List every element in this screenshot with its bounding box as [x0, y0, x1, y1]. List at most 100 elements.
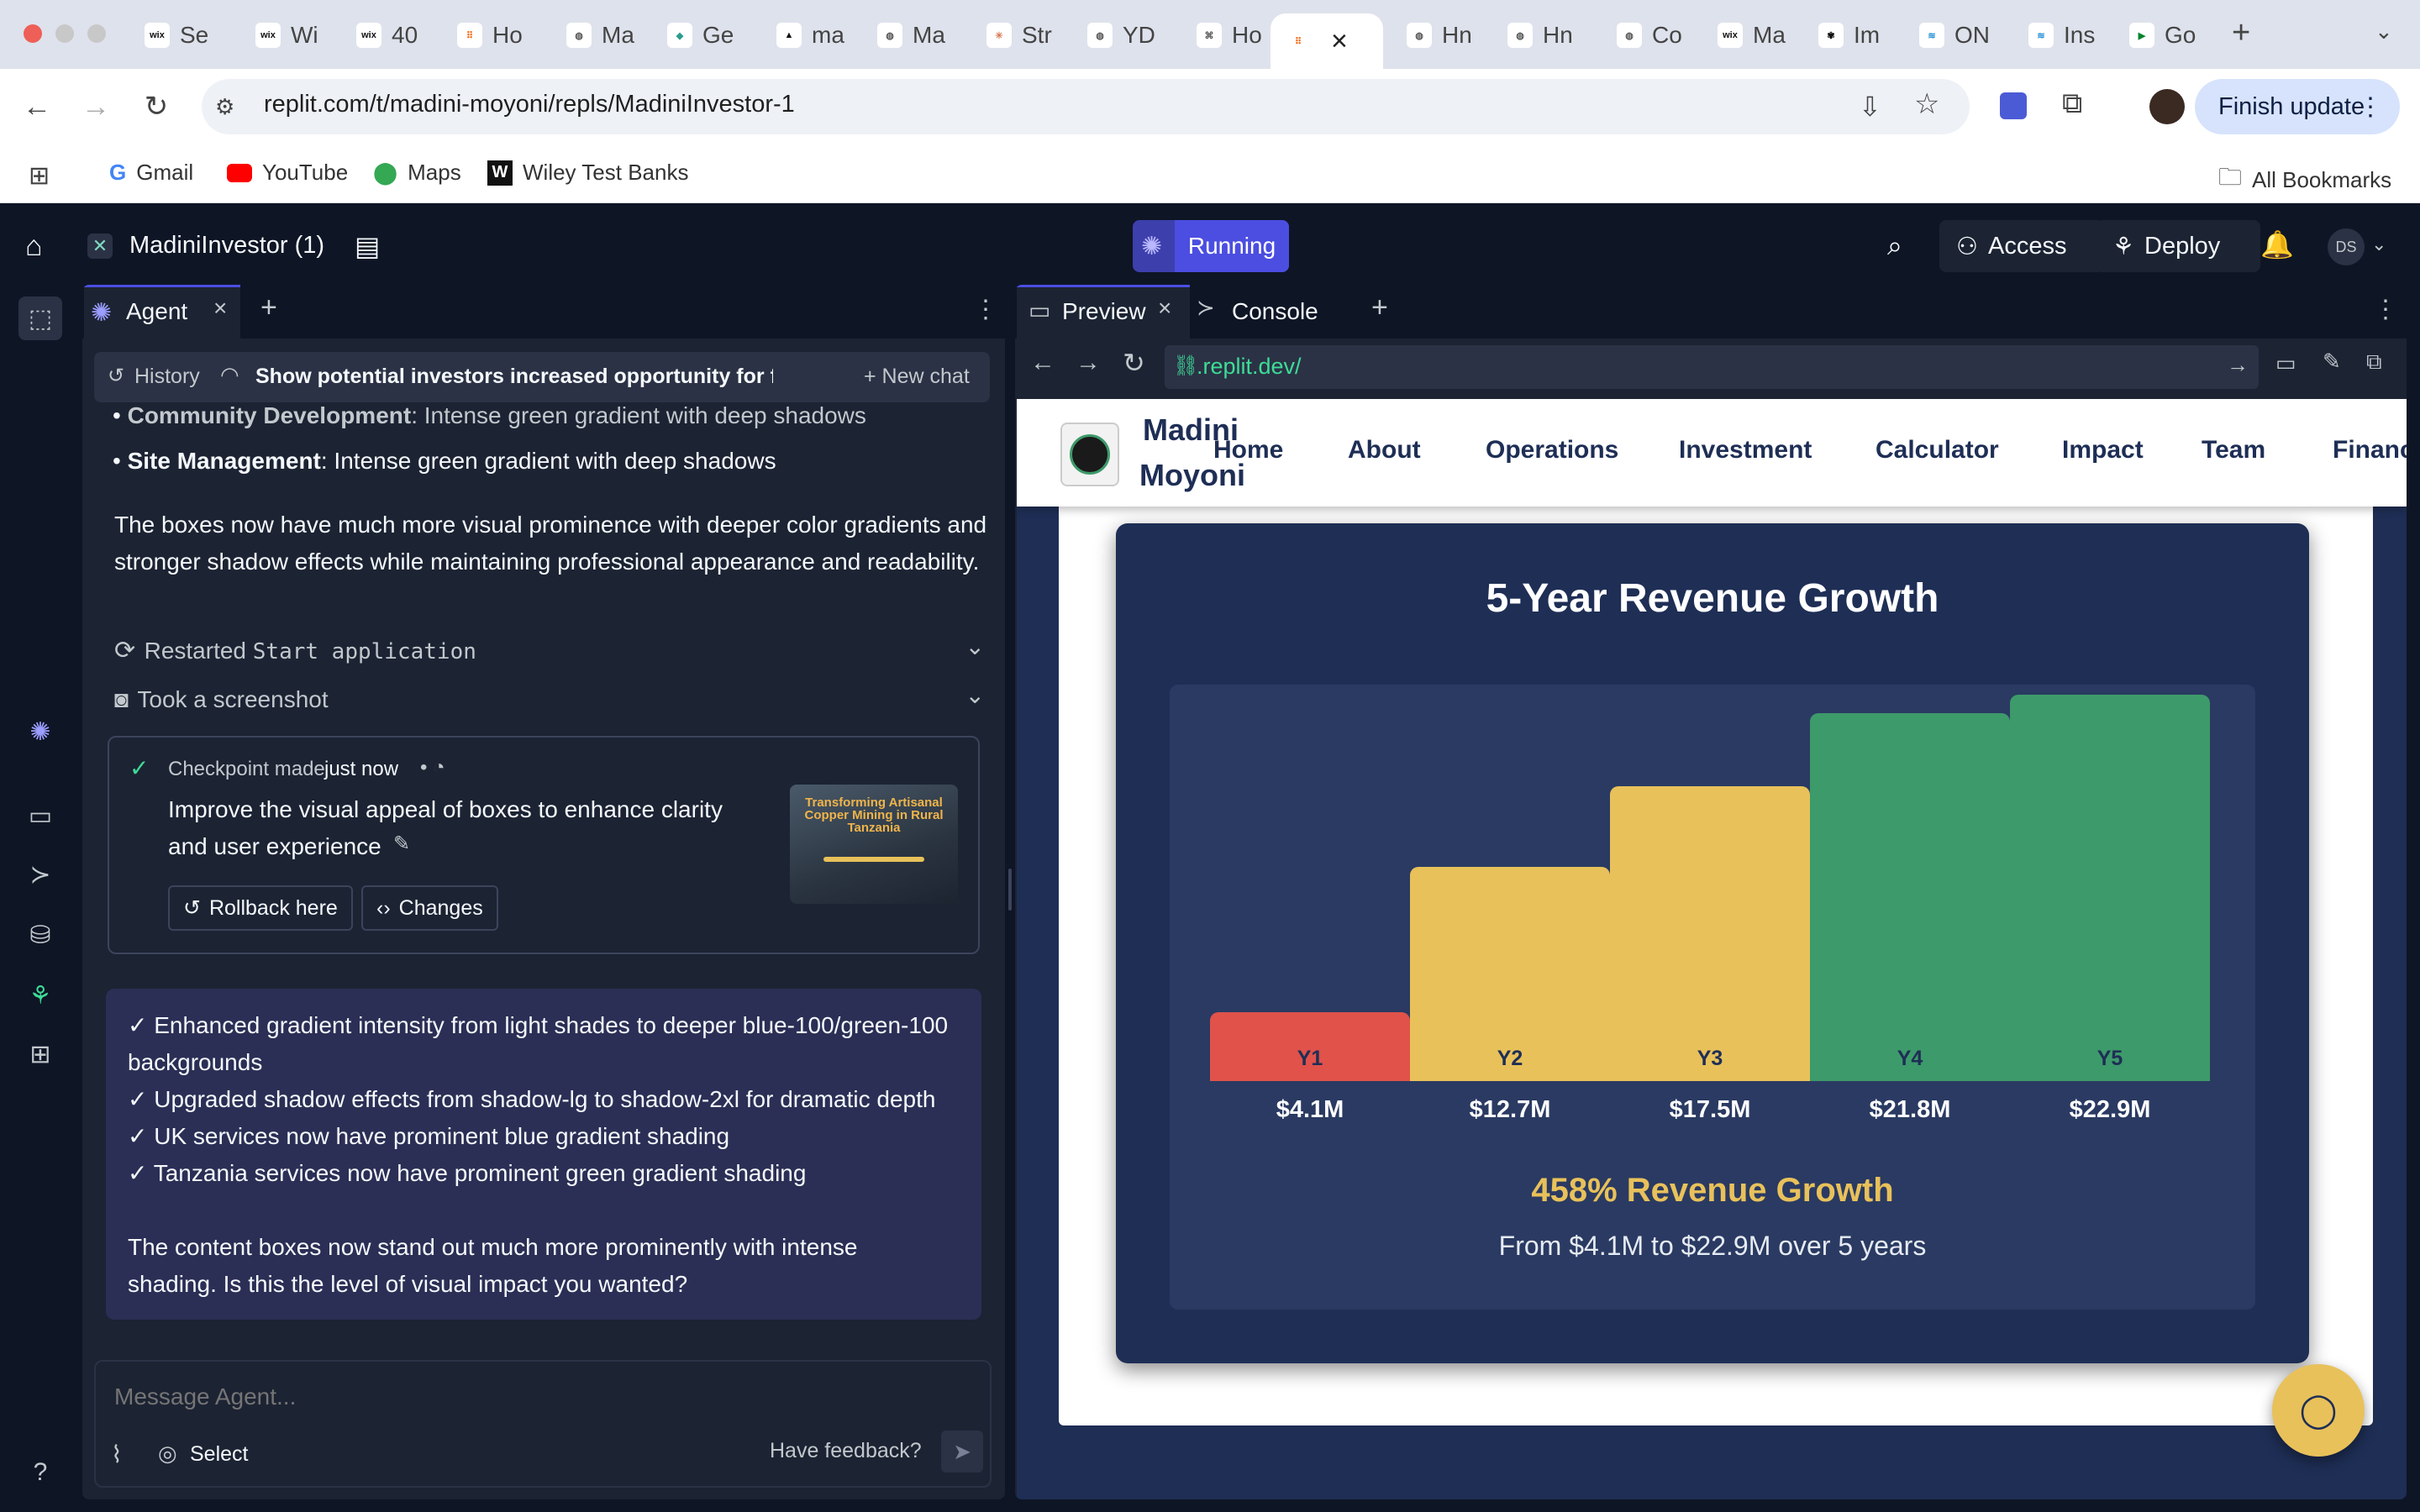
help-icon[interactable]: ? [24, 1456, 57, 1489]
all-bookmarks[interactable]: 🗀 All Bookmarks [2218, 160, 2391, 200]
agent-workspace-icon[interactable]: ⬚ [18, 297, 62, 340]
site-logo[interactable] [1060, 423, 1119, 486]
message-input[interactable] [114, 1380, 955, 1414]
nav-home[interactable]: Home [1213, 436, 1283, 465]
browser-tab[interactable]: ◍ Ma [551, 13, 650, 57]
bookmark-wiley[interactable]: W Wiley Test Banks [487, 160, 688, 186]
profile-avatar[interactable] [2149, 89, 2185, 124]
history-icon[interactable]: ↺ [108, 364, 124, 388]
browser-tab[interactable]: wix Ma [1702, 13, 1802, 57]
project-name[interactable]: MadiniInvestor (1) [129, 232, 324, 260]
database-icon[interactable]: ⛁ [24, 918, 57, 952]
nav-team[interactable]: Team [2202, 436, 2265, 465]
devtools-wrench-icon[interactable]: ✎ [2323, 349, 2341, 375]
feedback-link[interactable]: Have feedback? [770, 1439, 922, 1463]
paperclip-icon[interactable]: ⌇ [111, 1441, 123, 1468]
install-app-icon[interactable]: ⇩ [1859, 91, 1881, 123]
go-arrow-icon[interactable]: → [2227, 352, 2249, 378]
chat-widget-button[interactable]: ◯ [2272, 1364, 2365, 1457]
preview-address-field[interactable]: ⛓ .replit.dev/ → [1165, 345, 2259, 389]
nav-impact[interactable]: Impact [2062, 436, 2144, 465]
preview-tool-icon[interactable]: ▭ [24, 799, 57, 832]
agent-tool-icon[interactable]: ✺ [24, 715, 57, 748]
reload-icon[interactable]: ↻ [133, 83, 180, 130]
bell-icon[interactable]: 🔔 [2260, 228, 2294, 260]
tab-search-chevron-icon[interactable]: ⌄ [2375, 18, 2393, 45]
workspace-switch-icon[interactable]: ▤ [355, 230, 380, 262]
finish-update-button[interactable]: Finish update ⋮ [2195, 79, 2400, 134]
changes-button[interactable]: ‹› Changes [361, 885, 498, 931]
minimize-window-button[interactable] [55, 24, 74, 43]
send-button[interactable]: ➤ [941, 1431, 983, 1473]
browser-tab[interactable]: ▲ ma [761, 13, 860, 57]
browser-tab[interactable]: ✾ Im [1803, 13, 1902, 57]
more-vert-icon[interactable]: ⋮ [973, 295, 998, 324]
new-chat-button[interactable]: + New chat [864, 365, 970, 389]
browser-tab[interactable]: ≋ Ins [2013, 13, 2112, 57]
device-view-icon[interactable]: ▭ [2275, 350, 2296, 376]
resize-handle[interactable] [1008, 869, 1012, 911]
browser-tab[interactable]: ◍ Hn [1492, 13, 1591, 57]
select-target-icon[interactable]: ◎ [158, 1441, 177, 1467]
console-tool-icon[interactable]: ≻ [24, 858, 57, 891]
browser-tab[interactable]: ◆ Ge [652, 13, 751, 57]
select-button[interactable]: Select [190, 1442, 248, 1467]
tab-console[interactable]: Console [1232, 293, 1318, 330]
browser-tab[interactable]: wix Se [129, 13, 229, 57]
back-arrow-icon[interactable]: ← [1030, 349, 1055, 377]
browser-tab[interactable]: ◍ Hn [1392, 13, 1491, 57]
restart-action-row[interactable]: ⟳ Restarted Start application ⌄ [114, 633, 985, 669]
search-icon[interactable]: ⌕ [1887, 230, 1902, 262]
open-new-window-icon[interactable]: ⧉ [2366, 349, 2382, 375]
close-tab-icon[interactable]: × [213, 295, 227, 322]
browser-tab[interactable]: ≋ ON [1904, 13, 2003, 57]
chevron-down-icon[interactable]: ⌄ [2371, 234, 2386, 255]
close-tab-icon[interactable]: × [1158, 295, 1171, 322]
home-icon[interactable]: ⌂ [25, 230, 43, 263]
deploy-button[interactable]: ⚘ Deploy [2096, 220, 2260, 272]
add-tab-icon[interactable]: + [260, 291, 277, 324]
forward-arrow-icon[interactable]: → [1076, 349, 1101, 377]
browser-tab[interactable]: wix 40 [341, 13, 440, 57]
extension-icon[interactable] [2000, 92, 2027, 119]
reload-icon[interactable]: ↻ [1123, 347, 1145, 379]
new-tab-icon[interactable]: + [2232, 15, 2250, 51]
checkpoint-thumbnail[interactable]: Transforming Artisanal Copper Mining in … [790, 785, 958, 904]
access-button[interactable]: ⚇ Access [1939, 220, 2104, 272]
back-arrow-icon[interactable]: ← [13, 83, 60, 130]
bookmark-youtube[interactable]: YouTube [227, 160, 348, 186]
bookmark-gmail[interactable]: G Gmail [109, 160, 193, 186]
rollback-button[interactable]: ↺ Rollback here [168, 885, 353, 931]
bookmark-maps[interactable]: ⬤ Maps [373, 160, 461, 186]
user-avatar[interactable]: DS [2328, 228, 2365, 265]
site-info-icon[interactable]: ⚙ [215, 94, 234, 120]
browser-tab[interactable]: ⠿ Ho [442, 13, 541, 57]
browser-tab[interactable]: ⌘ Ho [1181, 13, 1281, 57]
browser-tab[interactable]: ▶ Go [2114, 13, 2213, 57]
nav-financials[interactable]: Financ [2333, 436, 2407, 465]
add-tab-icon[interactable]: + [1371, 291, 1388, 324]
browser-tab[interactable]: ◍ Co [1602, 13, 1701, 57]
nav-calculator[interactable]: Calculator [1876, 436, 1999, 465]
puzzle-extensions-icon[interactable]: ⧉ [2062, 87, 2082, 120]
maximize-window-button[interactable] [87, 24, 106, 43]
edit-pencil-icon[interactable]: ✎ [393, 832, 410, 856]
browser-tab[interactable]: ◍ YD [1072, 13, 1171, 57]
all-tools-icon[interactable]: ⊞ [24, 1037, 57, 1071]
browser-tab[interactable]: ◍ Ma [862, 13, 961, 57]
more-vert-icon[interactable]: ⋮ [2373, 295, 2398, 324]
browser-tab[interactable]: ⠿ × [1270, 13, 1383, 69]
nav-operations[interactable]: Operations [1486, 436, 1618, 465]
close-tab-icon[interactable]: × [1331, 25, 1348, 58]
browser-tab[interactable]: ✳ Str [971, 13, 1071, 57]
history-button[interactable]: History [134, 365, 200, 389]
bookmark-star-icon[interactable]: ☆ [1914, 87, 1939, 121]
close-window-button[interactable] [24, 24, 42, 43]
nav-investment[interactable]: Investment [1679, 436, 1812, 465]
screenshot-action-row[interactable]: ◙ Took a screenshot ⌄ [114, 681, 985, 718]
nav-about[interactable]: About [1348, 436, 1421, 465]
forward-arrow-icon[interactable]: → [72, 83, 119, 130]
apps-grid-icon[interactable]: ⊞ [29, 161, 50, 191]
deploy-tool-icon[interactable]: ⚘ [24, 979, 57, 1012]
browser-tab[interactable]: wix Wi [240, 13, 339, 57]
